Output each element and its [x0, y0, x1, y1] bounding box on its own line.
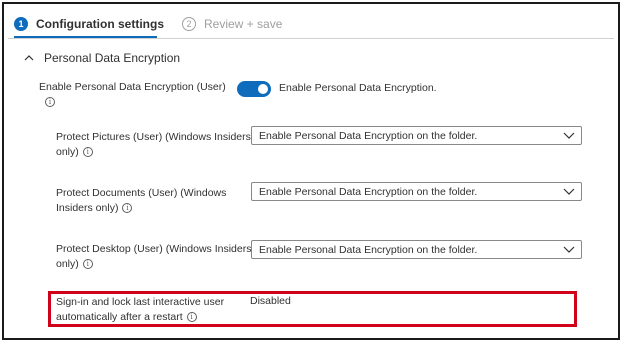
protect-desktop-label: Protect Desktop (User) (Windows Insiders…: [56, 242, 251, 272]
info-icon[interactable]: i: [45, 97, 55, 108]
setting-label-line: Protect Documents (User) (Windows: [56, 187, 227, 199]
setting-label-line: only): [56, 258, 79, 270]
info-icon[interactable]: i: [186, 312, 197, 323]
setting-label-line: Protect Pictures (User) (Windows Insider…: [56, 131, 251, 143]
protect-desktop-dropdown[interactable]: Enable Personal Data Encryption on the f…: [251, 240, 582, 259]
protect-pictures-label: Protect Pictures (User) (Windows Insider…: [56, 130, 251, 160]
step-label: Configuration settings: [36, 17, 164, 31]
setting-label-line: Sign-in and lock last interactive user: [56, 296, 225, 308]
section-header-personal-data-encryption[interactable]: Personal Data Encryption: [24, 51, 180, 65]
step-label: Review + save: [204, 17, 283, 31]
wizard-steps: 1 Configuration settings 2 Review + save: [14, 14, 300, 40]
dropdown-value: Enable Personal Data Encryption on the f…: [259, 186, 478, 198]
dropdown-value: Enable Personal Data Encryption on the f…: [259, 130, 478, 142]
chevron-down-icon: [563, 132, 575, 139]
section-title: Personal Data Encryption: [44, 51, 181, 65]
step-number-badge: 2: [182, 17, 196, 31]
protect-documents-label: Protect Documents (User) (Windows Inside…: [56, 186, 226, 216]
chevron-down-icon: [563, 188, 575, 195]
step-configuration-settings[interactable]: 1 Configuration settings: [14, 14, 164, 39]
setting-label-line: automatically after a restart: [56, 311, 183, 323]
setting-label-line: only): [56, 146, 79, 158]
info-icon[interactable]: i: [82, 147, 93, 158]
info-icon[interactable]: i: [82, 259, 93, 270]
enable-pde-toggle[interactable]: [237, 81, 271, 97]
dropdown-value: Enable Personal Data Encryption on the f…: [259, 244, 478, 256]
header-divider: [8, 38, 614, 39]
protect-documents-dropdown[interactable]: Enable Personal Data Encryption on the f…: [251, 182, 582, 201]
chevron-up-icon: [24, 55, 34, 61]
setting-label-line: Protect Desktop (User) (Windows Insiders: [56, 243, 252, 255]
setting-label-text: Enable Personal Data Encryption (User): [39, 81, 226, 93]
enable-pde-label: Enable Personal Data Encryption (User) i: [39, 80, 226, 110]
window-frame: 1 Configuration settings 2 Review + save…: [2, 2, 620, 340]
sign-in-lock-label: Sign-in and lock last interactive user a…: [56, 295, 224, 325]
toggle-knob: [258, 84, 268, 94]
toggle-text: Enable Personal Data Encryption.: [279, 82, 437, 94]
protect-pictures-dropdown[interactable]: Enable Personal Data Encryption on the f…: [251, 126, 582, 145]
setting-label-line: Insiders only): [56, 202, 119, 214]
info-icon[interactable]: i: [122, 203, 133, 214]
step-number-badge: 1: [14, 17, 28, 31]
sign-in-lock-value: Disabled: [250, 295, 291, 307]
chevron-down-icon: [563, 246, 575, 253]
step-review-save[interactable]: 2 Review + save: [182, 14, 282, 34]
